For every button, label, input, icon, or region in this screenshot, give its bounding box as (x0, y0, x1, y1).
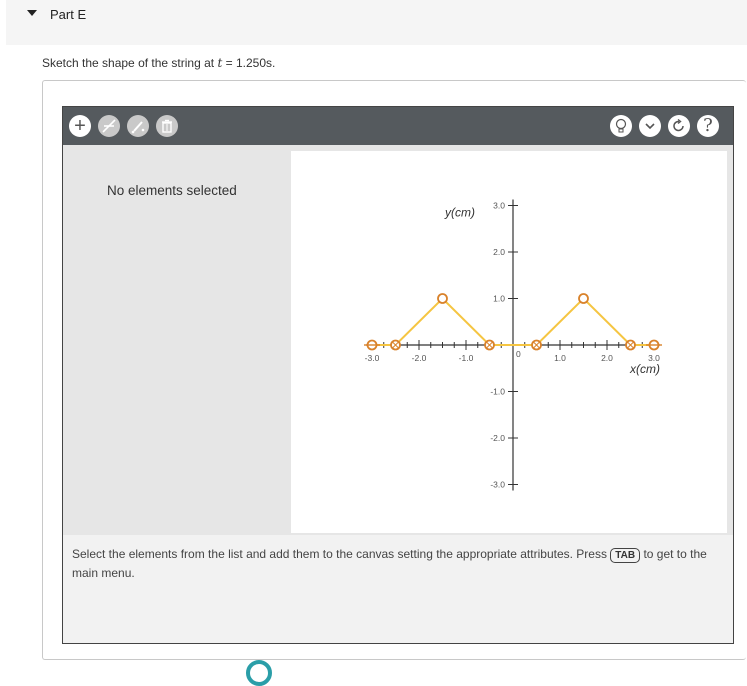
instructions: Select the elements from the list and ad… (72, 545, 727, 583)
y-tick-label: 1.0 (493, 294, 505, 304)
y-tick-label: 2.0 (493, 247, 505, 257)
selection-status: No elements selected (107, 183, 237, 198)
wave-point (578, 293, 589, 304)
part-title: Part E (50, 7, 87, 22)
menu-dropdown-button[interactable] (639, 115, 661, 137)
trash-icon (162, 119, 172, 133)
instructions-text-before: Select the elements from the list and ad… (72, 547, 611, 561)
prompt-text-after: = 1.250s. (222, 56, 276, 70)
slash-line-icon (102, 119, 116, 133)
delete-button[interactable] (156, 115, 178, 137)
reset-icon (673, 119, 684, 132)
chevron-down-icon (645, 123, 655, 130)
origin-label: 0 (516, 349, 521, 359)
x-axis-label: x(cm) (629, 362, 660, 376)
help-button[interactable]: ? (697, 115, 719, 137)
add-element-button[interactable]: + (69, 115, 91, 137)
x-tick-label: -3.0 (365, 353, 380, 363)
graph-svg[interactable]: -3.0 -2.0 -1.0 1.0 2.0 3.03.02.01.0-1.0-2.0-3… (291, 151, 727, 533)
x-tick-label: 2.0 (601, 353, 613, 363)
edit-points-icon (131, 121, 145, 134)
toolbar: + ? (63, 107, 733, 145)
y-tick-label: -2.0 (490, 433, 505, 443)
collapse-arrow-icon[interactable] (27, 10, 37, 16)
prompt-text-before: Sketch the shape of the string at (42, 56, 218, 70)
edit-points-button[interactable] (127, 115, 149, 137)
remove-line-button[interactable] (98, 115, 120, 137)
y-axis-label: y(cm) (444, 206, 475, 220)
x-tick-label: -1.0 (459, 353, 474, 363)
question-prompt: Sketch the shape of the string at t = 1.… (42, 56, 275, 70)
y-tick-label: -3.0 (490, 480, 505, 490)
reset-button[interactable] (668, 115, 690, 137)
submit-icon[interactable] (246, 660, 272, 686)
x-tick-label: -2.0 (412, 353, 427, 363)
canvas-panel: -3.0 -2.0 -1.0 1.0 2.0 3.0 3.0 2.0 1.0 -1.0 -2.0 -3… (285, 145, 733, 535)
y-tick-label: 3.0 (493, 201, 505, 211)
tab-key-badge: TAB (610, 548, 641, 563)
y-tick-label: -1.0 (490, 387, 505, 397)
elements-sidebar: No elements selected (63, 145, 285, 535)
lightbulb-icon (615, 118, 627, 133)
graph-canvas[interactable]: -3.0 -2.0 -1.0 1.0 2.0 3.0 3.0 2.0 1.0 -1.0 -2.0 -3… (291, 151, 727, 533)
x-tick-label: 1.0 (554, 353, 566, 363)
part-header[interactable]: Part E (6, 0, 747, 45)
drawing-tool: + ? No elements selected -3.0 -2.0 -1.0 … (62, 106, 734, 644)
help-icon: ? (703, 115, 713, 136)
wave-point (437, 293, 448, 304)
plus-icon: + (74, 115, 86, 137)
hint-button[interactable] (610, 115, 632, 137)
